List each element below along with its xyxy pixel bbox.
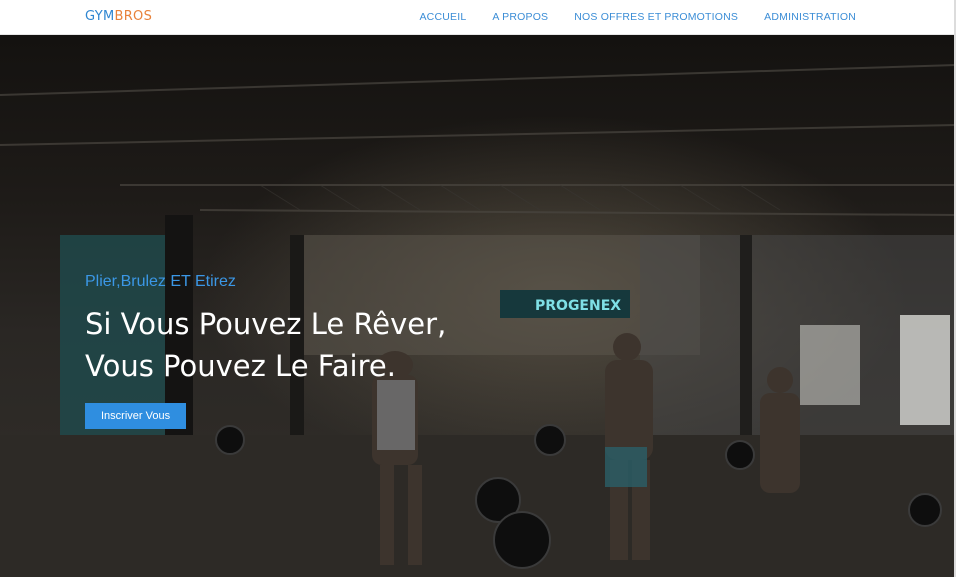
nav-accueil[interactable]: ACCUEIL [419, 11, 466, 23]
brand-part-bros: BROS [114, 9, 153, 24]
hero-text: Plier,Brulez ET Etirez Si Vous Pouvez Le… [85, 273, 446, 429]
nav-a-propos[interactable]: A PROPOS [492, 11, 548, 23]
hero-subtitle: Plier,Brulez ET Etirez [85, 273, 236, 290]
hero-headline-line2: Vous Pouvez Le Faire. [85, 349, 396, 383]
hero-headline: Si Vous Pouvez Le Rêver, Vous Pouvez Le … [85, 303, 446, 387]
nav-offres-promotions[interactable]: NOS OFFRES ET PROMOTIONS [574, 11, 738, 23]
navbar: GYMBROS ACCUEIL A PROPOS NOS OFFRES ET P… [0, 0, 956, 35]
nav-administration[interactable]: ADMINISTRATION [764, 11, 856, 23]
hero-section: PROGENEX Plier,Brulez ET Etirez Si Vous … [0, 35, 956, 577]
signup-button[interactable]: Inscriver Vous [85, 403, 187, 429]
main-nav: ACCUEIL A PROPOS NOS OFFRES ET PROMOTION… [419, 11, 856, 23]
brand-part-gym: GYM [85, 9, 115, 24]
brand-logo[interactable]: GYMBROS [85, 9, 152, 24]
hero-headline-line1: Si Vous Pouvez Le Rêver, [85, 307, 447, 341]
progenex-sign: PROGENEX [535, 298, 621, 314]
